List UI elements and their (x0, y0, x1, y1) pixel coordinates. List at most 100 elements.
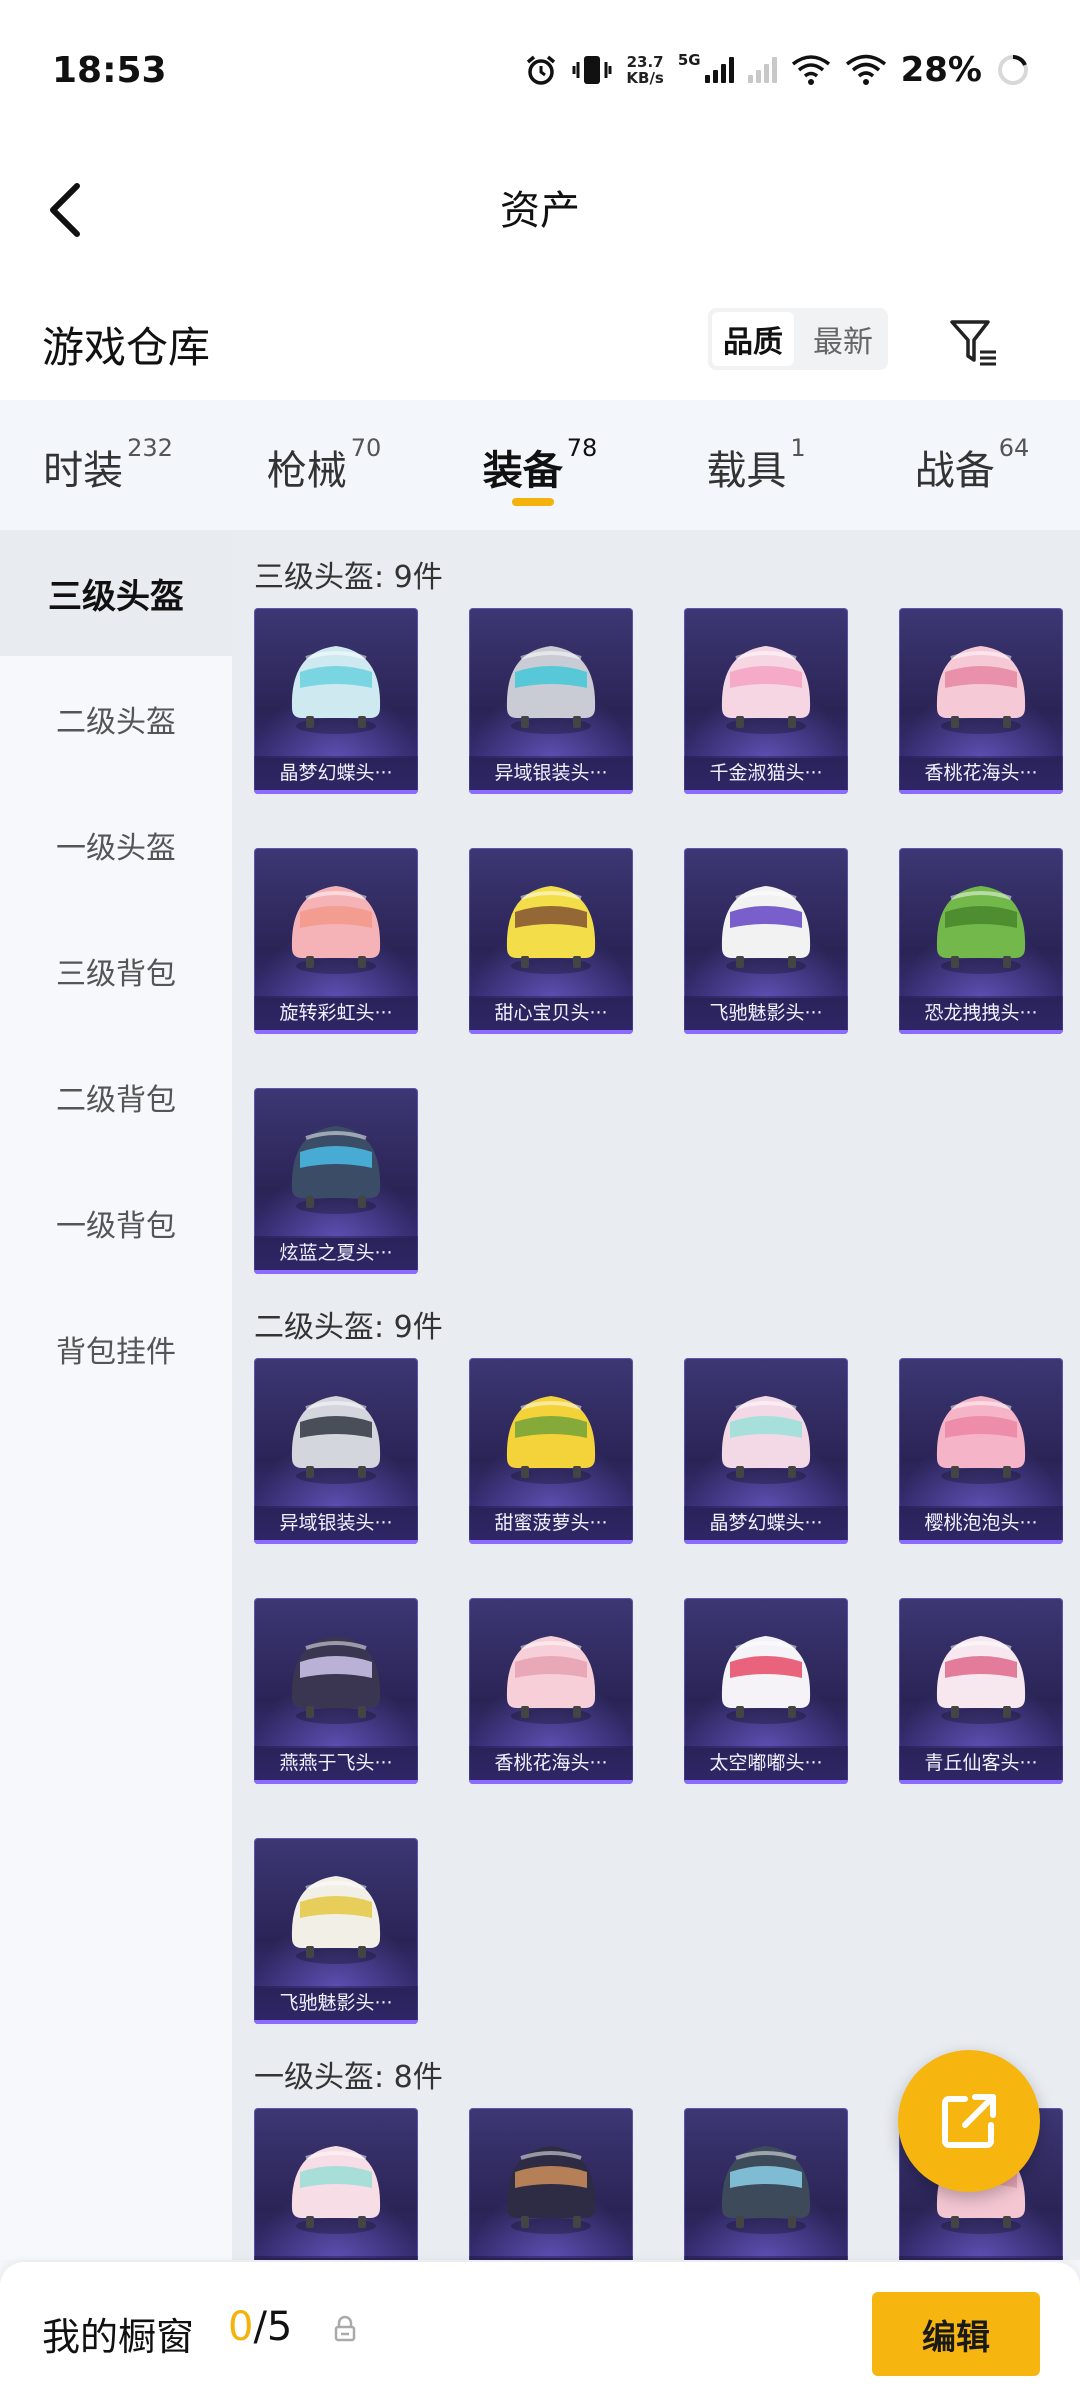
sidebar-item-level1-backpack[interactable]: 一级背包 (0, 1160, 232, 1286)
item-card[interactable]: 炫蓝之夏头··· (254, 1088, 418, 1274)
item-name: 樱桃泡泡头··· (899, 1506, 1063, 1540)
item-card[interactable]: 甜心宝贝头··· (469, 848, 633, 1034)
item-name: 千金淑猫头··· (684, 756, 848, 790)
tab-label: 载具 (706, 448, 787, 494)
wifi-calling-icon (791, 55, 830, 85)
rarity-bar (684, 1780, 848, 1784)
item-name (254, 2256, 418, 2260)
tab-firearms[interactable]: 枪械 70 (216, 400, 432, 530)
item-name: 异域银装头··· (469, 756, 633, 790)
rarity-bar (469, 1540, 633, 1544)
sort-quality-button[interactable]: 品质 (712, 312, 794, 366)
net-speed-value: 23.7 (626, 53, 664, 71)
helmet-icon (291, 886, 381, 974)
item-card[interactable]: 异域银装头··· (469, 608, 633, 794)
tab-vehicles[interactable]: 载具 1 (648, 400, 864, 530)
rarity-bar (469, 1780, 633, 1784)
sidebar-item-level2-helmet[interactable]: 二级头盔 (0, 656, 232, 782)
rarity-bar (684, 1540, 848, 1544)
item-card[interactable]: 香桃花海头··· (899, 608, 1063, 794)
sidebar-item-level2-backpack[interactable]: 二级背包 (0, 1034, 232, 1160)
share-button[interactable] (898, 2050, 1040, 2192)
item-name: 燕燕于飞头··· (254, 1746, 418, 1780)
tab-fashion[interactable]: 时装 232 (0, 400, 216, 530)
tab-label: 战备 (914, 448, 995, 494)
item-name: 飞驰魅影头··· (254, 1986, 418, 2020)
status-time: 18:53 (52, 50, 167, 91)
alarm-icon (527, 55, 556, 85)
item-card[interactable]: 旋转彩虹头··· (254, 848, 418, 1034)
item-card[interactable] (684, 2108, 848, 2260)
item-name (469, 2256, 633, 2260)
item-name: 异域银装头··· (254, 1506, 418, 1540)
item-card[interactable]: 晶梦幻蝶头··· (254, 608, 418, 794)
helmet-icon (506, 1636, 596, 1724)
helmet-icon (721, 1396, 811, 1484)
helmet-icon (721, 1636, 811, 1724)
rarity-bar (254, 1540, 418, 1544)
signal-secondary-icon (747, 57, 777, 83)
item-card[interactable]: 异域银装头··· (254, 1358, 418, 1544)
item-name (684, 2256, 848, 2260)
edit-button[interactable]: 编辑 (872, 2292, 1040, 2376)
item-card[interactable]: 甜蜜菠萝头··· (469, 1358, 633, 1544)
item-card[interactable]: 飞驰魅影头··· (684, 848, 848, 1034)
helmet-icon (721, 2146, 811, 2234)
tab-equipment[interactable]: 装备 78 (432, 400, 648, 530)
item-card[interactable]: 青丘仙客头··· (899, 1598, 1063, 1784)
sidebar-item-level3-helmet[interactable]: 三级头盔 (0, 530, 232, 656)
sidebar-item-backpack-pendant[interactable]: 背包挂件 (0, 1286, 232, 1412)
item-card[interactable]: 香桃花海头··· (469, 1598, 633, 1784)
helmet-icon (506, 646, 596, 734)
item-card[interactable]: 樱桃泡泡头··· (899, 1358, 1063, 1544)
sidebar-item-level1-helmet[interactable]: 一级头盔 (0, 782, 232, 908)
item-name: 甜蜜菠萝头··· (469, 1506, 633, 1540)
helmet-icon (721, 886, 811, 974)
helmet-icon (936, 1396, 1026, 1484)
showcase-bar: 我的橱窗 0/5 编辑 (0, 2262, 1080, 2400)
sidebar-item-level3-backpack[interactable]: 三级背包 (0, 908, 232, 1034)
item-card[interactable] (254, 2108, 418, 2260)
subcategory-sidebar: 三级头盔 二级头盔 一级头盔 三级背包 二级背包 一级背包 背包挂件 (0, 530, 232, 2260)
filter-button[interactable] (942, 310, 1006, 374)
signal-icon (704, 57, 734, 83)
item-card[interactable]: 太空嘟嘟头··· (684, 1598, 848, 1784)
rarity-bar (254, 1780, 418, 1784)
helmet-icon (291, 1126, 381, 1214)
vibrate-icon (572, 56, 612, 84)
helmet-icon (936, 886, 1026, 974)
item-name: 香桃花海头··· (469, 1746, 633, 1780)
tab-label: 装备 (482, 448, 563, 494)
helmet-icon (291, 646, 381, 734)
item-card[interactable]: 燕燕于飞头··· (254, 1598, 418, 1784)
sort-newest-button[interactable]: 最新 (798, 308, 888, 370)
rarity-bar (899, 1780, 1063, 1784)
item-card[interactable]: 恐龙拽拽头··· (899, 848, 1063, 1034)
item-card[interactable]: 飞驰魅影头··· (254, 1838, 418, 2024)
section-title: 一级头盔: 8件 (254, 2060, 443, 2095)
battery-ring-icon (998, 55, 1028, 85)
warehouse-title: 游戏仓库 (42, 323, 211, 372)
network-type: 5G (677, 51, 701, 69)
rarity-bar (254, 1030, 418, 1034)
tab-label: 时装 (43, 448, 124, 494)
rarity-bar (254, 2020, 418, 2024)
rarity-bar (899, 1030, 1063, 1034)
helmet-icon (936, 1636, 1026, 1724)
rarity-bar (469, 790, 633, 794)
item-card[interactable]: 千金淑猫头··· (684, 608, 848, 794)
rarity-bar (254, 790, 418, 794)
rarity-bar (899, 790, 1063, 794)
tab-label: 枪械 (266, 448, 347, 494)
item-name (899, 2256, 1063, 2260)
sort-toggle: 品质 最新 (708, 308, 888, 370)
helmet-icon (506, 1396, 596, 1484)
tab-count: 64 (998, 434, 1030, 462)
item-name: 旋转彩虹头··· (254, 996, 418, 1030)
helmet-icon (291, 1876, 381, 1964)
helmet-icon (506, 2146, 596, 2234)
item-name: 晶梦幻蝶头··· (684, 1506, 848, 1540)
item-card[interactable] (469, 2108, 633, 2260)
item-card[interactable]: 晶梦幻蝶头··· (684, 1358, 848, 1544)
tab-battle-supplies[interactable]: 战备 64 (864, 400, 1080, 530)
